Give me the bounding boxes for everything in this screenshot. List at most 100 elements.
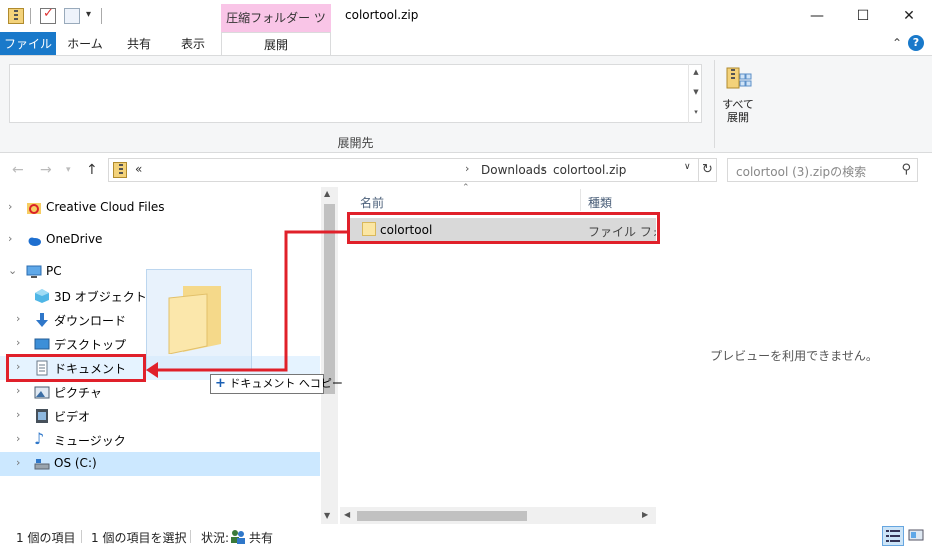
up-arrow-icon[interactable]: ↑: [86, 162, 98, 178]
tab-view[interactable]: 表示: [170, 32, 216, 56]
refresh-icon[interactable]: ↻: [699, 158, 717, 182]
details-view-icon[interactable]: [882, 526, 904, 546]
tree-item-label: OneDrive: [46, 232, 103, 246]
copy-plus-icon: +: [215, 376, 226, 391]
status-bar: 1 個の項目 1 個の項目を選択 状況: 共有: [0, 524, 932, 548]
address-dropdown-icon[interactable]: ∨: [684, 162, 691, 172]
tab-home[interactable]: ホーム: [62, 32, 108, 56]
navpane-scrollbar[interactable]: ▲ ▼: [321, 187, 338, 524]
tree-item-label: 3D オブジェクト: [54, 290, 147, 304]
sort-ascending-icon: ⌃: [462, 183, 470, 193]
expand-chevron-icon[interactable]: ›: [8, 232, 12, 245]
shared-users-icon: [231, 530, 245, 544]
qa-separator: [101, 8, 102, 24]
desktop-icon: [34, 338, 50, 350]
ribbon-separator: [714, 60, 715, 148]
status-separator: [190, 530, 191, 543]
drag-tooltip: + ドキュメント へコピー: [210, 374, 343, 394]
tree-item-music[interactable]: › ♪ ミュージック: [0, 428, 320, 452]
status-selected: 1 個の項目を選択: [91, 531, 187, 545]
tab-share[interactable]: 共有: [116, 32, 162, 56]
tree-item-label: OS (C:): [54, 456, 97, 470]
new-folder-icon[interactable]: [64, 8, 80, 24]
destination-group-label: 展開先: [337, 136, 374, 150]
properties-icon[interactable]: [40, 6, 56, 24]
scroll-up-icon[interactable]: ▲: [324, 189, 330, 198]
minimize-button[interactable]: —: [794, 0, 840, 32]
expand-chevron-icon[interactable]: ›: [16, 408, 20, 421]
zip-folder-icon[interactable]: [8, 8, 24, 24]
extract-all-label: すべて 展開: [718, 98, 758, 124]
video-icon: [36, 409, 48, 423]
expand-chevron-icon[interactable]: ›: [8, 200, 12, 213]
expand-chevron-icon[interactable]: ›: [16, 456, 20, 469]
quick-access-dropdown-icon[interactable]: ▾: [86, 9, 91, 20]
status-item-count: 1 個の項目: [16, 531, 76, 545]
tree-item-label: ビデオ: [54, 410, 91, 424]
annotation-box-folder-row: [347, 212, 660, 244]
creative-cloud-icon: [27, 203, 41, 214]
status-separator: [81, 530, 82, 543]
context-tab-group: 圧縮フォルダー ツール: [221, 4, 331, 53]
ribbon-collapse-icon[interactable]: ⌃: [892, 36, 902, 50]
large-icons-view-icon[interactable]: [906, 526, 928, 546]
destination-gallery-scroll[interactable]: ▲ ▼ ▾: [688, 64, 702, 123]
expand-chevron-icon[interactable]: ›: [16, 312, 20, 325]
crumb-separator-icon[interactable]: ›: [541, 162, 545, 175]
tree-item-label: ダウンロード: [54, 314, 127, 328]
scrollbar-thumb[interactable]: [324, 204, 335, 394]
extract-all-button[interactable]: すべて 展開: [718, 62, 758, 126]
music-note-icon: ♪: [34, 429, 45, 448]
help-icon[interactable]: ?: [908, 35, 924, 51]
search-box[interactable]: colortool (3).zipの検索 ⚲: [727, 158, 918, 182]
close-button[interactable]: ✕: [886, 0, 932, 32]
crumb-separator-icon[interactable]: ›: [465, 162, 469, 175]
tree-item-os-c[interactable]: › OS (C:): [0, 452, 320, 476]
forward-arrow-icon[interactable]: →: [40, 162, 52, 178]
scroll-right-icon[interactable]: ▶: [642, 510, 648, 519]
crumb-colortool-zip[interactable]: colortool.zip: [553, 163, 626, 177]
expand-chevron-icon[interactable]: ›: [16, 336, 20, 349]
tree-item-onedrive[interactable]: › OneDrive: [0, 228, 320, 252]
scroll-left-icon[interactable]: ◀: [344, 510, 350, 519]
tree-item-label: ミュージック: [54, 434, 126, 448]
cube-icon: [35, 289, 49, 303]
column-type[interactable]: 種類: [588, 194, 612, 211]
gallery-expand-icon[interactable]: ▾: [689, 108, 703, 116]
gallery-down-icon[interactable]: ▼: [689, 88, 703, 96]
column-separator[interactable]: [580, 189, 581, 211]
drag-ghost: [146, 269, 252, 371]
tree-item-label: Creative Cloud Files: [46, 200, 165, 214]
drag-tooltip-text: ドキュメント へコピー: [229, 377, 343, 390]
maximize-button[interactable]: ☐: [840, 0, 886, 32]
status-state-value: 共有: [249, 531, 274, 545]
tree-item-label: PC: [46, 264, 62, 278]
address-overflow[interactable]: «: [135, 162, 142, 176]
expand-chevron-icon[interactable]: ›: [16, 384, 20, 397]
qa-separator: [30, 8, 31, 24]
column-name[interactable]: 名前: [360, 194, 384, 211]
dragged-folder-icon: [168, 286, 221, 354]
gallery-up-icon[interactable]: ▲: [689, 68, 703, 76]
address-bar[interactable]: « › Downloads › colortool.zip ∨: [108, 158, 699, 182]
recent-locations-icon[interactable]: ▾: [66, 165, 71, 175]
tab-file[interactable]: ファイル: [0, 32, 56, 56]
extract-all-icon: [726, 67, 752, 89]
scroll-down-icon[interactable]: ▼: [324, 511, 330, 520]
scrollbar-thumb[interactable]: [357, 511, 527, 521]
extract-all-label-line2: 展開: [727, 111, 749, 124]
search-placeholder: colortool (3).zipの検索: [736, 165, 867, 179]
computer-icon: [26, 265, 42, 278]
destination-gallery[interactable]: [9, 64, 702, 123]
crumb-downloads[interactable]: Downloads: [481, 163, 547, 177]
tree-item-creative-cloud[interactable]: › Creative Cloud Files: [0, 196, 320, 220]
horizontal-scrollbar[interactable]: ◀ ▶: [340, 507, 656, 524]
collapse-chevron-icon[interactable]: ⌄: [8, 264, 17, 277]
preview-pane: プレビューを利用できません。: [656, 187, 932, 524]
tab-extract[interactable]: 展開: [221, 32, 331, 57]
back-arrow-icon[interactable]: ←: [12, 162, 24, 178]
expand-chevron-icon[interactable]: ›: [16, 432, 20, 445]
tree-item-videos[interactable]: › ビデオ: [0, 404, 320, 428]
preview-message: プレビューを利用できません。: [710, 349, 878, 363]
search-icon[interactable]: ⚲: [901, 162, 911, 177]
